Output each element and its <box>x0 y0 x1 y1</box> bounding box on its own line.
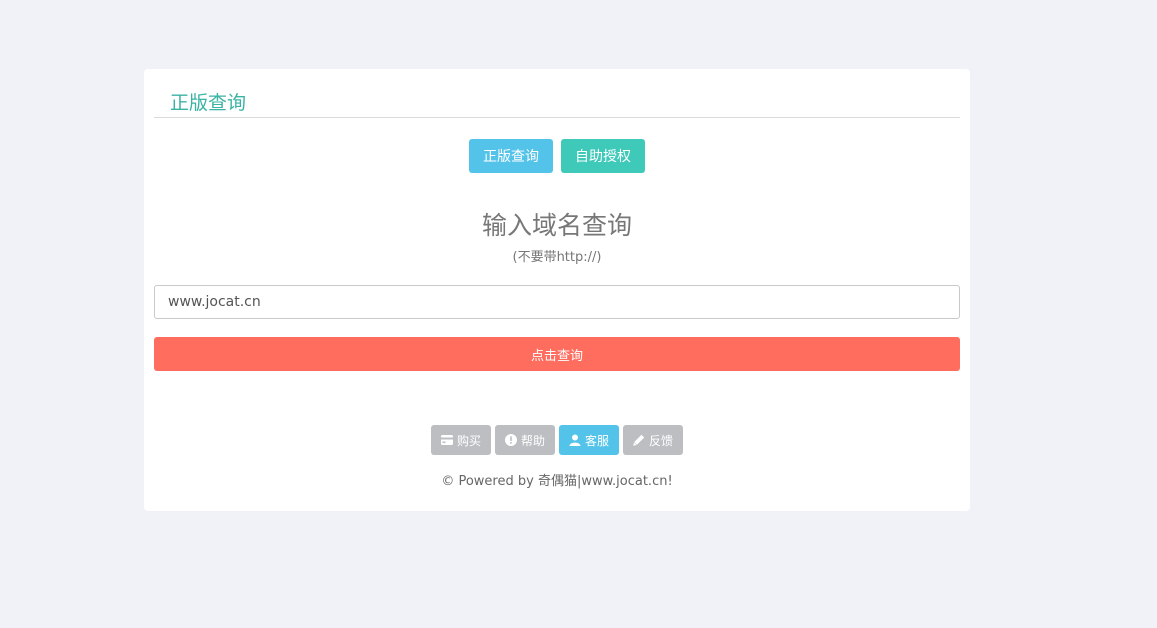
buy-label: 购买 <box>456 433 481 448</box>
credit-card-icon <box>440 434 453 446</box>
query-card: 正版查询 正版查询 自助授权 输入域名查询 (不要带http://) 点击查询 … <box>144 69 970 511</box>
query-heading: 输入域名查询 <box>481 211 632 240</box>
footer-buttons: 购买 帮助 客服 反馈 <box>144 425 970 455</box>
submit-query-button[interactable]: 点击查询 <box>154 337 960 371</box>
tab-self-authorize[interactable]: 自助授权 <box>561 139 645 173</box>
feedback-button[interactable]: 反馈 <box>623 425 684 455</box>
buy-button[interactable]: 购买 <box>430 425 491 455</box>
pencil-icon <box>633 434 645 446</box>
card-title: 正版查询 <box>170 92 247 114</box>
tab-row: 正版查询 自助授权 <box>144 139 970 173</box>
tab-genuine-query[interactable]: 正版查询 <box>469 139 553 173</box>
user-icon <box>569 434 581 446</box>
query-subheading: (不要带http://) <box>512 250 602 265</box>
domain-input[interactable] <box>154 285 960 319</box>
support-button[interactable]: 客服 <box>559 425 620 455</box>
powered-by-text: © Powered by 奇偶猫|www.jocat.cn! <box>441 474 673 489</box>
exclamation-circle-icon <box>504 434 517 446</box>
support-label: 客服 <box>585 433 610 448</box>
help-button[interactable]: 帮助 <box>494 425 555 455</box>
help-label: 帮助 <box>520 433 545 448</box>
feedback-label: 反馈 <box>649 433 674 448</box>
card-header: 正版查询 <box>154 69 960 118</box>
